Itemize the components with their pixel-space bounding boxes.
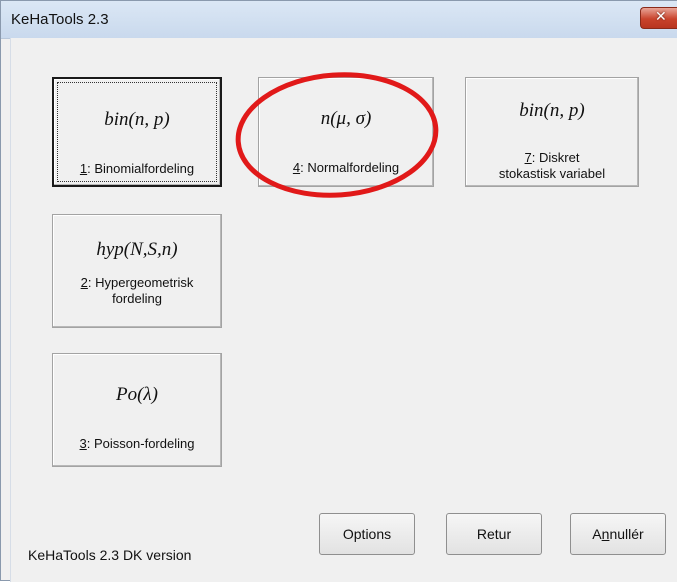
close-button[interactable]: ✕ — [640, 7, 677, 29]
window-title: KeHaTools 2.3 — [11, 11, 109, 28]
normal-button[interactable]: n(μ, σ) 4: Normalfordeling — [258, 77, 434, 187]
discrete-variable-formula: bin(n, p) — [519, 100, 585, 121]
normal-formula: n(μ, σ) — [320, 108, 372, 129]
dialog-window: KeHaTools 2.3 ✕ bin(n, p) 1: Binomialfor… — [0, 0, 677, 582]
version-label: KeHaTools 2.3 DK version — [28, 547, 192, 563]
hypergeometric-label: 2: Hypergeometrisk fordeling — [80, 275, 194, 306]
discrete-variable-button[interactable]: bin(n, p) 7: Diskret stokastisk variabel — [465, 77, 639, 187]
poisson-label: 3: Poisson-fordeling — [79, 436, 195, 451]
binomial-formula: bin(n, p) — [104, 109, 170, 130]
title-bar: KeHaTools 2.3 ✕ — [1, 1, 677, 39]
binomial-label: 1: Binomialfordeling — [79, 161, 195, 176]
annuller-button[interactable]: Annullér — [570, 513, 666, 555]
binomial-button[interactable]: bin(n, p) 1: Binomialfordeling — [52, 77, 222, 187]
hypergeometric-button[interactable]: hyp(N,S,n) 2: Hypergeometrisk fordeling — [52, 214, 222, 328]
close-icon: ✕ — [655, 9, 667, 25]
hypergeometric-formula: hyp(N,S,n) — [96, 239, 178, 260]
options-button[interactable]: Options — [319, 513, 415, 555]
poisson-formula: Po(λ) — [116, 384, 158, 405]
discrete-variable-label: 7: Diskret stokastisk variabel — [498, 150, 606, 181]
normal-label: 4: Normalfordeling — [292, 160, 400, 175]
retur-button[interactable]: Retur — [446, 513, 542, 555]
poisson-button[interactable]: Po(λ) 3: Poisson-fordeling — [52, 353, 222, 467]
